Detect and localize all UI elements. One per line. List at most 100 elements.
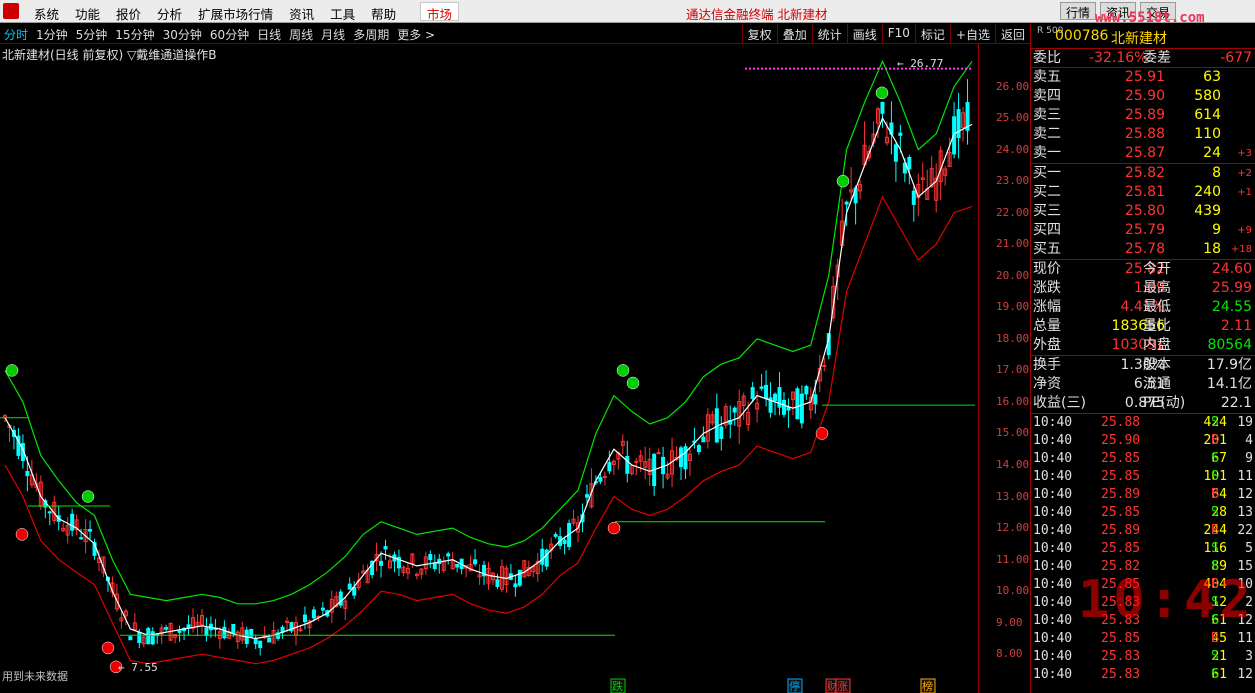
candle-body [759, 386, 764, 389]
tick-row: 10:40 25.85 67 S 9 [1031, 450, 1255, 468]
price-tick-label: 14.00 [996, 458, 1030, 471]
menu-item-3[interactable]: 分析 [149, 0, 190, 22]
price-tick-label: 11.00 [996, 552, 1030, 566]
period-tab-9[interactable]: 多周期 [349, 26, 393, 43]
tool-button-7[interactable]: 返回 [994, 24, 1030, 43]
candle-body [79, 537, 84, 540]
tool-button-5[interactable]: 标记 [914, 24, 950, 43]
high-price-label: ← 26.77 [897, 57, 943, 70]
stat-label: 今开 [1143, 261, 1171, 277]
indicator-dot [965, 67, 967, 70]
tool-button-3[interactable]: 画线 [846, 24, 882, 43]
stat-label: 最低 [1143, 299, 1171, 315]
candle-body [258, 640, 263, 649]
indicator-dot [861, 67, 863, 70]
tool-button-1[interactable]: 叠加 [776, 24, 812, 43]
period-tab-8[interactable]: 月线 [317, 26, 349, 43]
event-marker-label: 榜 [922, 679, 933, 693]
indicator-dot [805, 67, 807, 70]
order-price: 25.87 [1124, 145, 1165, 161]
candle-body [513, 583, 518, 588]
stock-name[interactable]: 北新建材 [1111, 28, 1167, 48]
period-tab-5[interactable]: 60分钟 [206, 26, 253, 43]
tick-price: 25.85 [1101, 505, 1141, 520]
sell-row: 卖二 25.88 110 [1031, 125, 1255, 144]
share-stats: 换手 1.30% 股本 17.9亿 净资 6.51 流通 14.1亿 收益(三) 0.875 PE(… [1031, 356, 1255, 414]
stat-label: 股本 [1143, 357, 1171, 373]
tick-time: 10:40 [1033, 541, 1073, 556]
order-volume: 24 [1203, 145, 1221, 161]
period-tab-0[interactable]: 分时 [0, 26, 32, 43]
stat-label: 收益(三) [1033, 395, 1086, 411]
tick-list[interactable]: 10:40 25.88 424 S 19 10:40 25.90 201 B 4 10:40 25.8… [1031, 414, 1255, 684]
menu-item-0[interactable]: 系统 [26, 0, 67, 22]
tool-button-6[interactable]: +自选 [949, 24, 995, 43]
order-price: 25.80 [1124, 203, 1165, 219]
tool-button-0[interactable]: 复权 [741, 24, 777, 43]
candle-body [311, 609, 316, 619]
indicator-dot [945, 67, 947, 70]
period-tab-7[interactable]: 周线 [285, 26, 317, 43]
indicator-dot [849, 67, 851, 70]
candle-body [732, 407, 737, 413]
period-tab-3[interactable]: 15分钟 [111, 26, 158, 43]
price-tick-label: 23.00 [996, 174, 1030, 188]
tool-button-4[interactable]: F10 [881, 24, 915, 43]
tick-price: 25.88 [1101, 415, 1141, 430]
menu-item-7[interactable]: 帮助 [363, 0, 404, 22]
tick-count: 11 [1237, 469, 1253, 484]
signal-marker [836, 174, 850, 188]
candle-body [432, 563, 437, 570]
signal-marker [607, 521, 621, 535]
order-price: 25.88 [1124, 126, 1165, 142]
top-button-0[interactable]: 行情 [1060, 2, 1097, 20]
tick-price: 25.83 [1101, 649, 1141, 664]
stat-value: 24.55 [1211, 299, 1252, 315]
menu-item-1[interactable]: 功能 [67, 0, 108, 22]
period-tab-10[interactable]: 更多 > [393, 26, 439, 43]
tick-row: 10:40 25.85 116 S 5 [1031, 540, 1255, 558]
kline-chart[interactable]: ← 26.77← 7.55跌停财涨榜 [0, 44, 1030, 693]
menu-item-5[interactable]: 资讯 [281, 0, 322, 22]
stock-code[interactable]: 000786 [1055, 28, 1108, 44]
tick-row: 10:40 25.88 424 S 19 [1031, 414, 1255, 432]
candle-body [679, 447, 684, 468]
tick-side: S [1211, 505, 1219, 520]
price-tick-label: 17.00 [996, 363, 1030, 377]
tick-side: S [1211, 469, 1219, 484]
indicator-dot [773, 67, 775, 70]
period-tab-6[interactable]: 日线 [253, 26, 285, 43]
menu-item-4[interactable]: 扩展市场行情 [190, 0, 281, 22]
indicator-dot [809, 67, 811, 70]
indicator-dot [761, 67, 763, 70]
candle-body [70, 513, 75, 531]
price-tick-label: 20.00 [996, 268, 1030, 282]
order-price: 25.79 [1124, 222, 1165, 238]
period-tab-1[interactable]: 1分钟 [32, 26, 72, 43]
weibi-row: 委比 -32.16% 委差 -677 [1031, 49, 1255, 68]
order-volume: 110 [1194, 126, 1221, 142]
market-button[interactable]: 市场 [420, 2, 460, 22]
stat-label: 流通 [1143, 376, 1171, 392]
candle-body [893, 144, 898, 162]
tick-side: B [1211, 631, 1219, 646]
candle-body [128, 636, 133, 641]
indicator-dot [969, 67, 971, 70]
menu-item-2[interactable]: 报价 [108, 0, 149, 22]
candle-body [338, 591, 343, 606]
candle-body [347, 583, 352, 590]
indicator-dot [801, 67, 803, 70]
tick-time: 10:40 [1033, 595, 1073, 610]
period-tab-4[interactable]: 30分钟 [159, 26, 206, 43]
tick-price: 25.85 [1101, 469, 1141, 484]
menu-item-6[interactable]: 工具 [322, 0, 363, 22]
candle-body [602, 475, 607, 478]
price-tick-label: 26.00 [996, 79, 1030, 93]
period-tab-2[interactable]: 5分钟 [72, 26, 112, 43]
buy-row: 买四 25.79 9 +9 [1031, 221, 1255, 240]
indicator-dot [881, 67, 883, 70]
event-marker-label: 停 [789, 679, 800, 693]
candle-body [320, 607, 325, 611]
order-volume: 63 [1203, 69, 1221, 85]
tool-button-2[interactable]: 统计 [811, 24, 847, 43]
